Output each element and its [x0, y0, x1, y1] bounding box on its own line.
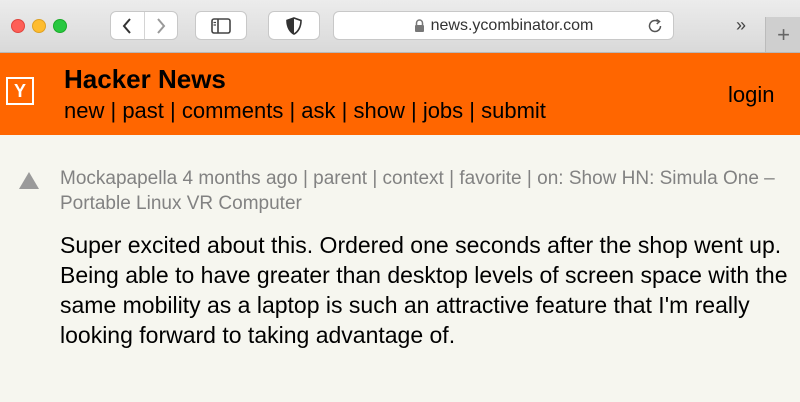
forward-button[interactable]	[143, 12, 178, 39]
comment-meta: Mockapapella 4 months ago | parent | con…	[60, 166, 780, 216]
browser-toolbar: news.ycombinator.com » +	[0, 0, 800, 53]
meta-separator: |	[302, 168, 308, 189]
nav-ask[interactable]: ask	[301, 98, 335, 123]
sidebar-icon	[211, 17, 231, 34]
new-tab-button[interactable]: +	[765, 17, 800, 52]
on-label: on:	[537, 168, 564, 189]
comment-user[interactable]: Mockapapella	[60, 168, 177, 189]
minimize-window-button[interactable]	[32, 19, 46, 33]
history-nav	[110, 11, 178, 40]
nav-separator: |	[404, 98, 423, 123]
sidebar-toggle-button[interactable]	[195, 11, 247, 40]
back-button[interactable]	[111, 12, 144, 39]
nav-jobs[interactable]: jobs	[423, 98, 463, 123]
meta-separator: |	[526, 168, 532, 189]
site-title[interactable]: Hacker News	[64, 64, 226, 95]
address-bar[interactable]: news.ycombinator.com	[333, 11, 674, 40]
nav-new[interactable]: new	[64, 98, 104, 123]
meta-separator: |	[372, 168, 378, 189]
hn-logo[interactable]: Y	[6, 77, 34, 105]
url-text: news.ycombinator.com	[430, 16, 594, 34]
lock-icon	[414, 18, 425, 33]
nav-comments[interactable]: comments	[182, 98, 283, 123]
nav-separator: |	[335, 98, 354, 123]
comment-age[interactable]: 4 months ago	[183, 168, 298, 189]
shield-icon	[286, 16, 302, 35]
nav-show[interactable]: show	[354, 98, 405, 123]
site-header: Y Hacker News new | past | comments | as…	[0, 53, 800, 135]
meta-separator: |	[449, 168, 455, 189]
nav-separator: |	[283, 98, 302, 123]
nav-separator: |	[463, 98, 482, 123]
chevron-right-icon	[156, 17, 166, 34]
nav-separator: |	[104, 98, 123, 123]
comment-body: Super excited about this. Ordered one se…	[60, 232, 788, 348]
login-link[interactable]: login	[728, 82, 774, 108]
main-nav: new | past | comments | ask | show | job…	[64, 98, 546, 124]
chevron-left-icon	[122, 17, 132, 34]
parent-link[interactable]: parent	[313, 168, 367, 189]
close-window-button[interactable]	[11, 19, 25, 33]
privacy-report-button[interactable]	[268, 11, 320, 40]
reload-icon[interactable]	[647, 18, 663, 39]
nav-past[interactable]: past	[122, 98, 164, 123]
nav-submit[interactable]: submit	[481, 98, 546, 123]
favorite-link[interactable]: favorite	[459, 168, 521, 189]
zoom-window-button[interactable]	[53, 19, 67, 33]
nav-separator: |	[163, 98, 182, 123]
upvote-arrow-icon[interactable]	[19, 172, 39, 189]
context-link[interactable]: context	[383, 168, 444, 189]
more-tabs-button[interactable]: »	[736, 15, 746, 36]
